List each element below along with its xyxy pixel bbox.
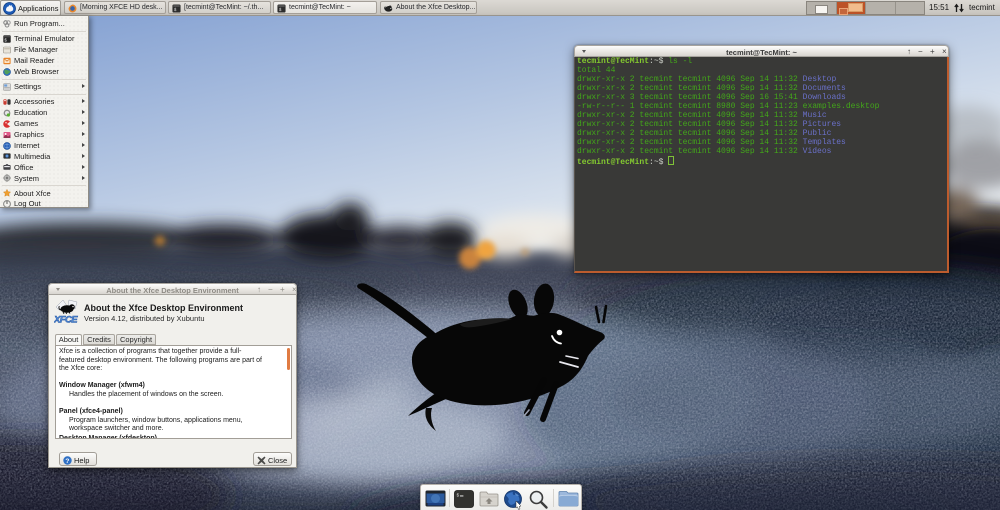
svg-text:XFCE: XFCE [54,315,78,326]
svg-text:?: ? [65,457,69,464]
svg-text:$: $ [457,492,460,498]
svg-text:$: $ [279,7,282,13]
svg-text:$: $ [174,7,177,13]
